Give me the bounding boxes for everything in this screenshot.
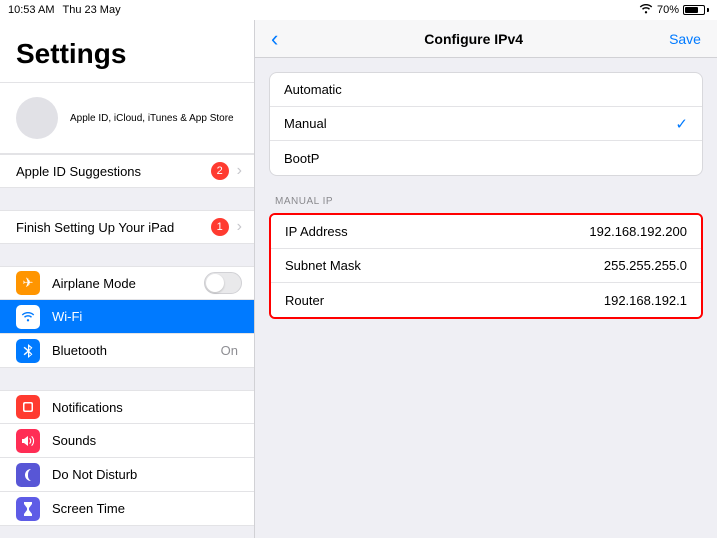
row-label: Apple ID Suggestions bbox=[16, 164, 211, 179]
field-label: Subnet Mask bbox=[285, 258, 604, 273]
settings-sidebar: Settings Apple ID, iCloud, iTunes & App … bbox=[0, 20, 255, 538]
wifi-row[interactable]: Wi-Fi bbox=[0, 300, 254, 334]
hourglass-icon bbox=[16, 497, 40, 521]
ip-address-row[interactable]: IP Address 192.168.192.200 bbox=[271, 215, 701, 249]
row-label: Do Not Disturb bbox=[52, 467, 242, 482]
option-label: BootP bbox=[284, 151, 688, 166]
router-row[interactable]: Router 192.168.192.1 bbox=[271, 283, 701, 317]
row-label: Airplane Mode bbox=[52, 276, 204, 291]
bluetooth-state: On bbox=[221, 343, 238, 358]
detail-navbar: ‹ Configure IPv4 Save bbox=[255, 20, 717, 58]
manual-ip-group: IP Address 192.168.192.200 Subnet Mask 2… bbox=[271, 215, 701, 317]
manual-ip-highlight: IP Address 192.168.192.200 Subnet Mask 2… bbox=[269, 213, 703, 319]
subnet-mask-row[interactable]: Subnet Mask 255.255.255.0 bbox=[271, 249, 701, 283]
detail-pane: ‹ Configure IPv4 Save Automatic Manual ✓… bbox=[255, 20, 717, 538]
save-button[interactable]: Save bbox=[669, 31, 701, 47]
badge: 2 bbox=[211, 162, 229, 180]
notifications-row[interactable]: Notifications bbox=[0, 390, 254, 424]
apple-id-suggestions-row[interactable]: Apple ID Suggestions 2 › bbox=[0, 154, 254, 188]
field-value: 192.168.192.200 bbox=[589, 224, 687, 239]
manual-ip-section-label: MANUAL IP bbox=[269, 196, 703, 213]
badge: 1 bbox=[211, 218, 229, 236]
bluetooth-icon bbox=[16, 339, 40, 363]
moon-icon bbox=[16, 463, 40, 487]
checkmark-icon: ✓ bbox=[675, 115, 688, 133]
field-label: Router bbox=[285, 293, 604, 308]
row-label: Bluetooth bbox=[52, 343, 221, 358]
profile-subtitle: Apple ID, iCloud, iTunes & App Store bbox=[70, 113, 234, 124]
battery-icon bbox=[683, 5, 709, 15]
status-date: Thu 23 May bbox=[62, 4, 120, 16]
row-label: Sounds bbox=[52, 433, 242, 448]
wifi-icon bbox=[16, 305, 40, 329]
option-manual[interactable]: Manual ✓ bbox=[270, 107, 702, 141]
dnd-row[interactable]: Do Not Disturb bbox=[0, 458, 254, 492]
ipv4-mode-group: Automatic Manual ✓ BootP bbox=[269, 72, 703, 176]
airplane-icon: ✈ bbox=[16, 271, 40, 295]
wifi-icon bbox=[639, 4, 653, 17]
airplane-mode-row[interactable]: ✈ Airplane Mode bbox=[0, 266, 254, 300]
chevron-right-icon: › bbox=[237, 218, 242, 236]
avatar bbox=[16, 97, 58, 139]
airplane-toggle[interactable] bbox=[204, 272, 242, 294]
status-bar: 10:53 AM Thu 23 May 70% bbox=[0, 0, 717, 20]
row-label: Screen Time bbox=[52, 501, 242, 516]
field-value: 192.168.192.1 bbox=[604, 293, 687, 308]
option-label: Automatic bbox=[284, 82, 688, 97]
option-label: Manual bbox=[284, 116, 675, 131]
battery-pct: 70% bbox=[657, 4, 679, 16]
detail-title: Configure IPv4 bbox=[424, 31, 523, 47]
profile-row[interactable]: Apple ID, iCloud, iTunes & App Store bbox=[0, 82, 254, 154]
settings-title: Settings bbox=[0, 20, 254, 82]
back-button[interactable]: ‹ bbox=[271, 26, 278, 52]
row-label: Notifications bbox=[52, 400, 242, 415]
status-time: 10:53 AM bbox=[8, 4, 54, 16]
notifications-icon bbox=[16, 395, 40, 419]
finish-setup-row[interactable]: Finish Setting Up Your iPad 1 › bbox=[0, 210, 254, 244]
row-label: Wi-Fi bbox=[52, 309, 242, 324]
option-automatic[interactable]: Automatic bbox=[270, 73, 702, 107]
field-label: IP Address bbox=[285, 224, 589, 239]
bluetooth-row[interactable]: Bluetooth On bbox=[0, 334, 254, 368]
option-bootp[interactable]: BootP bbox=[270, 141, 702, 175]
screentime-row[interactable]: Screen Time bbox=[0, 492, 254, 526]
field-value: 255.255.255.0 bbox=[604, 258, 687, 273]
chevron-right-icon: › bbox=[237, 162, 242, 180]
sounds-icon bbox=[16, 429, 40, 453]
sounds-row[interactable]: Sounds bbox=[0, 424, 254, 458]
row-label: Finish Setting Up Your iPad bbox=[16, 220, 211, 235]
